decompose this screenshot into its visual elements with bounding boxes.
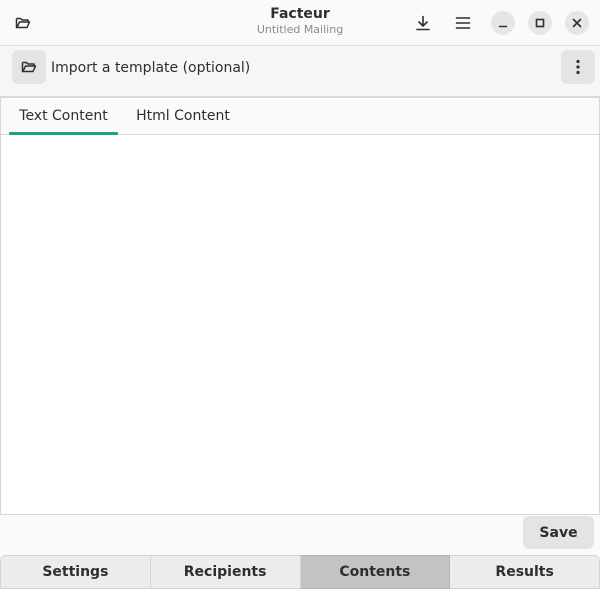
- more-options-button[interactable]: [561, 50, 595, 84]
- nav-recipients[interactable]: Recipients: [150, 555, 301, 589]
- import-template-label: Import a template (optional): [51, 60, 251, 76]
- header-bar: Facteur Untitled Mailing: [0, 0, 600, 46]
- tab-text-content[interactable]: Text Content: [9, 98, 118, 135]
- text-content-editor[interactable]: [1, 135, 599, 514]
- download-button[interactable]: [410, 11, 436, 35]
- minimize-icon: [498, 25, 508, 28]
- title-box: Facteur Untitled Mailing: [200, 5, 400, 37]
- hamburger-menu-icon: [455, 17, 471, 29]
- app-subtitle: Untitled Mailing: [256, 23, 344, 36]
- maximize-button[interactable]: [528, 11, 552, 35]
- template-toolbar: Import a template (optional): [0, 47, 600, 97]
- nav-contents[interactable]: Contents: [300, 555, 451, 589]
- tab-html-content[interactable]: Html Content: [128, 98, 238, 134]
- close-button[interactable]: [565, 11, 589, 35]
- kebab-menu-icon: [576, 59, 580, 75]
- folder-open-icon: [21, 61, 37, 73]
- main-menu-button[interactable]: [450, 11, 476, 35]
- content-tabs: Text Content Html Content: [1, 98, 599, 135]
- minimize-button[interactable]: [491, 11, 515, 35]
- view-switcher: Settings Recipients Contents Results: [0, 555, 600, 589]
- open-button[interactable]: [8, 11, 38, 35]
- app-title: Facteur: [270, 6, 330, 22]
- nav-results[interactable]: Results: [450, 555, 600, 589]
- download-icon: [416, 15, 430, 31]
- nav-settings[interactable]: Settings: [0, 555, 151, 589]
- close-icon: [572, 18, 582, 28]
- maximize-icon: [535, 18, 545, 28]
- content-editor-frame: Text Content Html Content: [0, 97, 600, 515]
- import-template-button[interactable]: [12, 50, 46, 84]
- folder-open-icon: [15, 17, 31, 29]
- save-button[interactable]: Save: [523, 516, 594, 549]
